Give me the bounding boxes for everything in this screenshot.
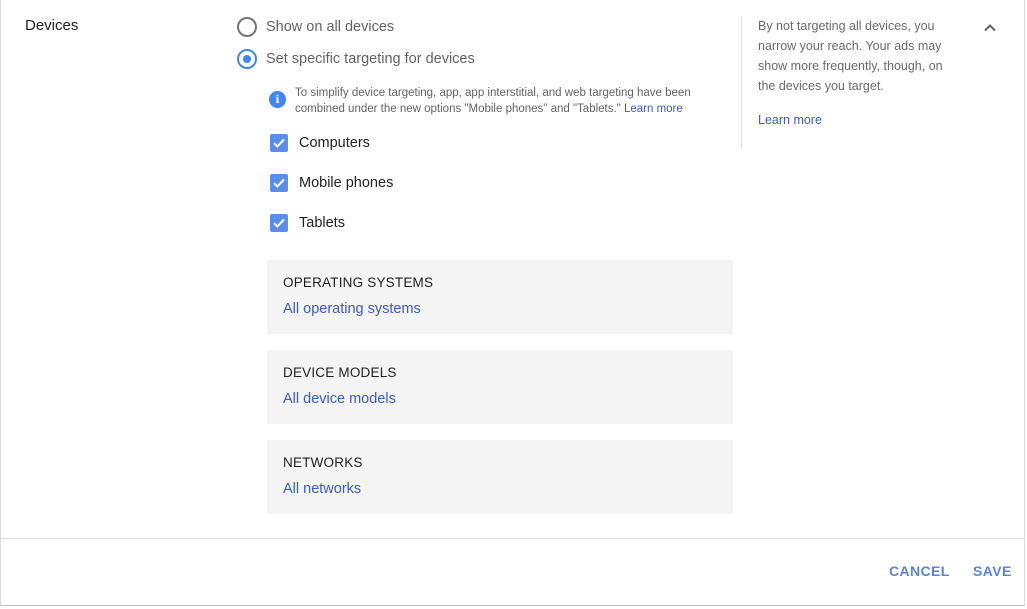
checkbox-computers[interactable] bbox=[270, 134, 288, 152]
info-notice: i To simplify device targeting, app, app… bbox=[269, 86, 719, 117]
checkbox-row-computers[interactable]: Computers bbox=[270, 133, 370, 153]
section-title: Devices bbox=[25, 17, 79, 34]
card-title: OPERATING SYSTEMS bbox=[283, 275, 434, 290]
device-models-card[interactable]: DEVICE MODELS All device models bbox=[267, 350, 733, 424]
radio-show-all-devices[interactable]: Show on all devices bbox=[237, 17, 394, 37]
check-icon bbox=[273, 138, 285, 148]
save-button[interactable]: SAVE bbox=[973, 563, 1012, 579]
card-title: DEVICE MODELS bbox=[283, 365, 397, 380]
operating-systems-card[interactable]: OPERATING SYSTEMS All operating systems bbox=[267, 260, 733, 334]
radio-specific-targeting[interactable]: Set specific targeting for devices bbox=[237, 49, 475, 69]
devices-settings-panel: Devices Show on all devices Set specific… bbox=[0, 0, 1026, 606]
checkbox-label: Tablets bbox=[299, 215, 345, 231]
vertical-divider bbox=[741, 16, 742, 148]
help-text: By not targeting all devices, you narrow… bbox=[758, 19, 943, 93]
cancel-button[interactable]: CANCEL bbox=[889, 563, 950, 579]
info-learn-more-link[interactable]: Learn more bbox=[624, 103, 683, 115]
check-icon bbox=[273, 178, 285, 188]
checkbox-label: Computers bbox=[299, 135, 370, 151]
radio-label: Show on all devices bbox=[266, 19, 395, 35]
networks-card[interactable]: NETWORKS All networks bbox=[267, 440, 733, 514]
checkbox-tablets[interactable] bbox=[270, 214, 288, 232]
checkbox-row-mobile-phones[interactable]: Mobile phones bbox=[270, 173, 393, 193]
card-title: NETWORKS bbox=[283, 455, 363, 470]
checkbox-label: Mobile phones bbox=[299, 175, 394, 191]
radio-button-selected[interactable] bbox=[237, 49, 257, 69]
info-icon: i bbox=[269, 91, 286, 108]
check-icon bbox=[273, 218, 285, 228]
info-text: To simplify device targeting, app, app i… bbox=[295, 86, 719, 117]
checkbox-mobile-phones[interactable] bbox=[270, 174, 288, 192]
radio-button-unselected[interactable] bbox=[237, 17, 257, 37]
checkbox-row-tablets[interactable]: Tablets bbox=[270, 213, 345, 233]
operating-systems-link[interactable]: All operating systems bbox=[283, 301, 421, 317]
radio-label: Set specific targeting for devices bbox=[266, 51, 475, 67]
networks-link[interactable]: All networks bbox=[283, 481, 361, 497]
device-models-link[interactable]: All device models bbox=[283, 391, 396, 407]
collapse-button[interactable] bbox=[981, 19, 999, 37]
chevron-up-icon bbox=[984, 24, 996, 32]
footer-divider bbox=[1, 538, 1026, 539]
help-learn-more-link[interactable]: Learn more bbox=[758, 113, 822, 127]
